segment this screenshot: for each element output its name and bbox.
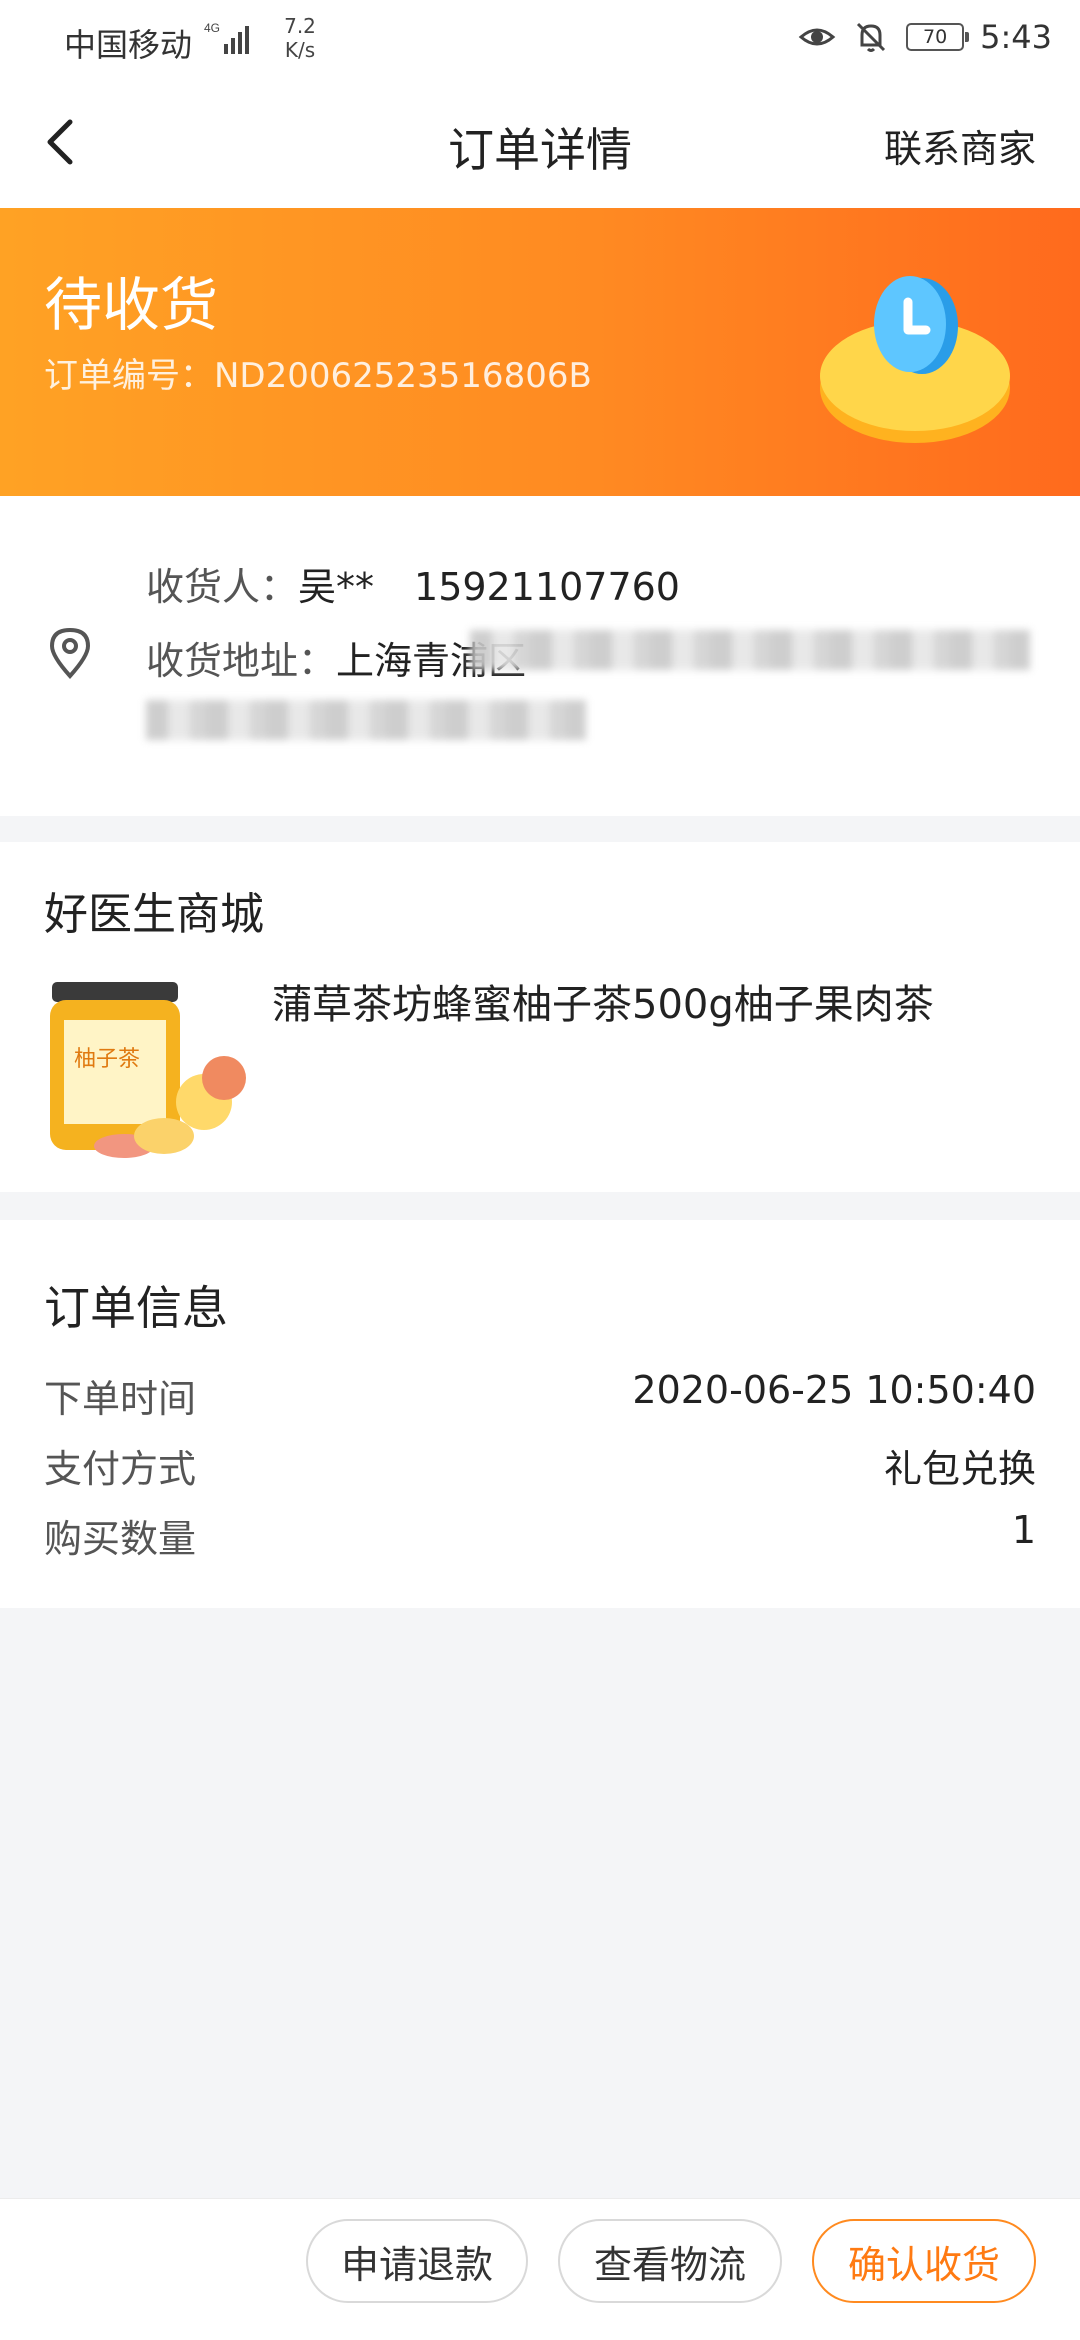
address-label: 收货地址：: [146, 639, 337, 683]
address-card[interactable]: 收货人：吴** 15921107760 收货地址：上海青浦区: [0, 496, 1080, 816]
speed-unit: K/s: [284, 38, 316, 62]
product-title[interactable]: 蒲草茶坊蜂蜜柚子茶500g柚子果肉茶: [272, 972, 934, 1030]
navigation-bar: 订单详情 联系商家: [0, 80, 1080, 208]
view-logistics-button[interactable]: 查看物流: [558, 2219, 782, 2303]
carrier-name: 中国移动: [64, 26, 193, 64]
recipient-label: 收货人：: [146, 565, 299, 609]
order-number: 订单编号：ND20062523516806B: [44, 348, 592, 397]
apply-refund-button[interactable]: 申请退款: [306, 2219, 528, 2303]
order-status-banner: 待收货 订单编号：ND20062523516806B: [0, 208, 1080, 496]
order-number-label: 订单编号：: [44, 356, 214, 396]
recipient-phone: 15921107760: [414, 565, 680, 609]
order-number-value: ND20062523516806B: [214, 356, 592, 396]
payment-method-value: 礼包兑换: [883, 1447, 1036, 1491]
network-speed: 7.2 K/s: [272, 14, 328, 62]
quantity-row: 购买数量 1: [44, 1508, 1036, 1564]
recipient-info: 收货人：吴** 15921107760: [146, 556, 680, 611]
quantity-label: 购买数量: [44, 1517, 197, 1561]
order-info-title: 订单信息: [44, 1281, 228, 1335]
order-info-card: 订单信息 下单时间 2020-06-25 10:50:40 支付方式 礼包兑换 …: [0, 1220, 1080, 1608]
redacted-address-line-2: [146, 700, 586, 740]
recipient-name: 吴**: [298, 565, 375, 609]
location-pin-icon: [49, 627, 91, 679]
contact-merchant-button[interactable]: 联系商家: [884, 118, 1036, 173]
battery-icon: 70: [906, 23, 970, 51]
store-card: 好医生商城 柚子茶 蒲草茶坊蜂蜜柚子茶500g柚子果肉茶: [0, 842, 1080, 1192]
order-time-row: 下单时间 2020-06-25 10:50:40: [44, 1368, 1036, 1424]
confirm-receipt-button[interactable]: 确认收货: [812, 2219, 1036, 2303]
order-time-value: 2020-06-25 10:50:40: [632, 1368, 1036, 1412]
status-icons: 70 5:43: [798, 18, 1052, 56]
quantity-value: 1: [1011, 1508, 1036, 1552]
clock-time: 5:43: [980, 18, 1052, 56]
network-type: 4G: [204, 21, 220, 35]
eye-icon: [798, 28, 836, 46]
payment-method-row: 支付方式 礼包兑换: [44, 1438, 1036, 1494]
speed-value: 7.2: [284, 14, 316, 38]
bottom-action-bar: 申请退款 查看物流 确认收货: [0, 2198, 1080, 2340]
status-bar: 中国移动 4G 7.2 K/s 70 5:43: [0, 0, 1080, 80]
redacted-address-line-1: [470, 630, 1030, 670]
order-status: 待收货: [44, 271, 219, 339]
payment-method-label: 支付方式: [44, 1447, 197, 1491]
clock-icon: [820, 276, 1010, 443]
signal-icon: 4G: [204, 21, 249, 54]
bell-off-icon: [857, 22, 886, 52]
store-name: 好医生商城: [44, 889, 264, 940]
order-time-label: 下单时间: [44, 1377, 197, 1421]
jar-label-text: 柚子茶: [74, 1047, 140, 1072]
product-image[interactable]: 柚子茶: [44, 974, 254, 1164]
